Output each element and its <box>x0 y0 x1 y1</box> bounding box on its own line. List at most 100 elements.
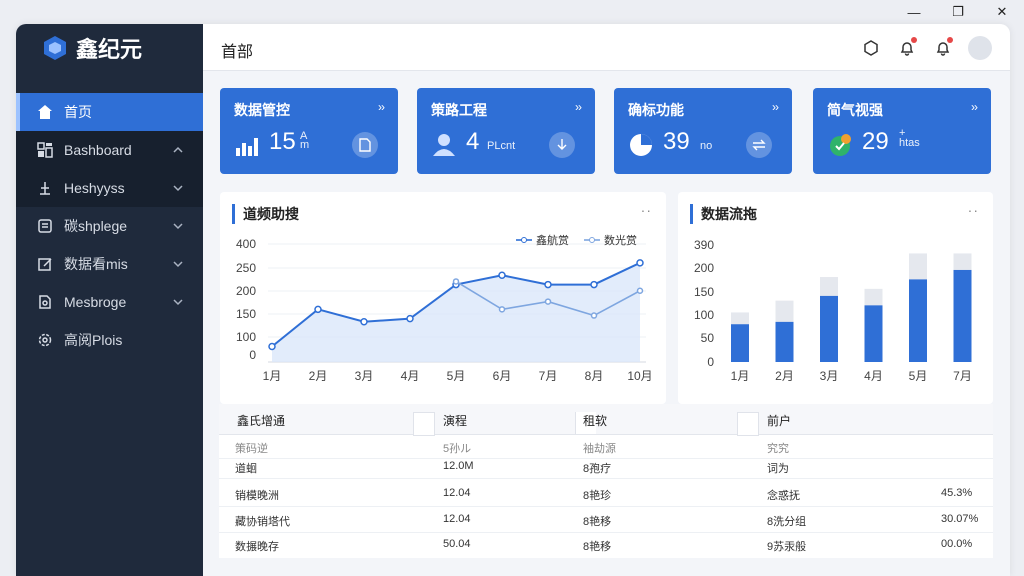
app-logo[interactable]: 鑫纪元 <box>16 24 203 72</box>
stat-card[interactable]: 策路工程 ›› 4 PLcnt <box>417 88 595 174</box>
y-tick-label: 250 <box>236 261 256 275</box>
table-header: 鑫氏增通 演程 租软 前户 <box>219 404 993 436</box>
data-point <box>406 314 414 323</box>
table-cell: 数搌晚存 <box>235 541 279 553</box>
sidebar-item-label: Mesbroge <box>64 294 127 310</box>
x-tick-label: 4月 <box>401 369 420 383</box>
bar <box>820 295 838 362</box>
x-tick-label: 8月 <box>585 369 604 383</box>
column-header[interactable]: 演程 <box>443 412 467 429</box>
avatar[interactable] <box>968 36 992 60</box>
card-title: 数据管控 <box>234 102 290 118</box>
document-icon <box>36 217 54 235</box>
data-point <box>544 298 552 305</box>
bar <box>864 305 883 362</box>
close-button[interactable]: ✕ <box>980 0 1024 24</box>
data-point <box>452 278 460 285</box>
gear-icon <box>36 331 54 349</box>
table-cell: 9苏汞般 <box>767 541 807 553</box>
column-header[interactable]: 租软 <box>583 412 607 429</box>
stat-card[interactable]: 数据管控 ›› 15 A m <box>220 88 398 174</box>
table-row[interactable]: 销模晚洲 12.04 8艳珍 念惑抚 45.3% <box>219 480 993 507</box>
user-icon <box>433 134 455 156</box>
chevron-down-icon <box>173 299 183 306</box>
x-tick-label: 3月 <box>820 369 839 383</box>
badge-icon <box>830 134 851 156</box>
top-bar: 首部 <box>203 24 1010 71</box>
column-header[interactable]: 前户 <box>767 412 791 429</box>
table-row[interactable]: 道蛔 12.0M 8孢疗 词为 <box>219 458 993 479</box>
card-value: 29 <box>862 128 889 155</box>
table-cell: 8艳移 <box>583 541 612 553</box>
table-row[interactable]: 藏协销塔代 12.04 8艳移 8洗分组 30.07% <box>219 506 993 533</box>
x-tick-label: 7月 <box>539 369 558 383</box>
x-tick-label: 1月 <box>263 369 282 383</box>
table-cell: 45.3% <box>941 487 973 499</box>
swap-icon[interactable] <box>746 132 772 158</box>
x-tick-label: 5月 <box>909 369 928 383</box>
card-value: 4 <box>466 128 480 155</box>
column-divider <box>413 412 435 436</box>
y-tick-label: 50 <box>701 331 715 345</box>
table-cell: 00.0% <box>941 538 973 550</box>
table-cell: 究究 <box>767 443 789 455</box>
table-row[interactable]: 策码逆 5孙ル 袖劫源 究究 <box>219 434 993 459</box>
x-tick-label: 10月 <box>627 369 652 383</box>
sidebar-item-message[interactable]: Mesbroge <box>16 283 203 321</box>
x-tick-label: 2月 <box>775 369 794 383</box>
table-cell: 8艳移 <box>583 516 612 528</box>
card-unit: + htas <box>899 127 920 149</box>
x-tick-label: 4月 <box>864 369 883 383</box>
chevron-down-icon <box>173 261 183 268</box>
pie-chart-icon <box>630 134 652 156</box>
sidebar-item-heshyyss[interactable]: Heshyyss <box>16 169 203 207</box>
data-point <box>498 306 506 313</box>
y-tick-label: 100 <box>236 330 256 344</box>
card-value: 15 <box>269 128 296 155</box>
table-row[interactable]: 数搌晚存 50.04 8艳移 9苏汞般 00.0% <box>219 532 993 558</box>
card-unit: A m <box>300 130 310 151</box>
card-title: 简气视强 <box>827 102 883 118</box>
hexagon-icon[interactable] <box>860 37 882 59</box>
stat-card[interactable]: 确标功能 ›› 39 no <box>614 88 792 174</box>
card-more-icon[interactable]: ›› <box>772 100 779 114</box>
top-bar-actions <box>860 36 992 60</box>
card-more-icon[interactable]: ›› <box>575 100 582 114</box>
table-cell: 30.07% <box>941 513 979 525</box>
edit-icon <box>36 255 54 273</box>
data-point <box>360 317 368 326</box>
data-point <box>636 259 644 267</box>
window-controls: — ❐ ✕ <box>892 0 1024 24</box>
sidebar-item-home[interactable]: 首页 <box>16 93 203 131</box>
legend-marker <box>589 237 595 243</box>
table-cell: 袖劫源 <box>583 443 616 455</box>
file-icon[interactable] <box>352 132 378 158</box>
card-more-icon[interactable]: ›› <box>971 100 978 114</box>
main-area: 首部 数据管控 ›› 15 A m 策路工程 ›› 4 PLcnt 确标功能 ›… <box>203 24 1010 576</box>
table-cell: 8孢疗 <box>583 463 612 475</box>
sidebar-item-settings[interactable]: 高阅Plois <box>16 321 203 359</box>
download-icon[interactable] <box>549 132 575 158</box>
alert-bell-icon[interactable] <box>932 37 954 59</box>
x-tick-label: 5月 <box>447 369 466 383</box>
data-point <box>498 271 506 280</box>
card-more-icon[interactable]: ›› <box>378 100 385 114</box>
y-tick-label: 390 <box>694 238 714 252</box>
bar-chart-icon <box>236 138 258 156</box>
tool-icon <box>36 179 54 197</box>
column-header[interactable]: 鑫氏增通 <box>237 412 285 429</box>
sidebar-item-dashboard[interactable]: Bashboard <box>16 131 203 169</box>
sidebar-item-data-view[interactable]: 数据看mis <box>16 245 203 283</box>
restore-button[interactable]: ❐ <box>936 0 980 24</box>
minimize-button[interactable]: — <box>892 0 936 24</box>
chevron-down-icon <box>173 185 183 192</box>
chevron-up-icon <box>173 146 183 153</box>
sidebar-item-label: 高阅Plois <box>64 332 123 348</box>
line-chart: 100 150 200 250 400 0 1月 2月 3月 4月 5月 6月 7月 8月 10月 鑫航赏 数光… <box>236 233 653 383</box>
stat-card[interactable]: 简气视强 ›› 29 + htas <box>813 88 991 174</box>
sidebar: 鑫纪元 首页 Bashboard Heshyyss 碳shplege 数据看mi… <box>16 24 203 576</box>
x-tick-label: 6月 <box>493 369 512 383</box>
sidebar-item-documents[interactable]: 碳shplege <box>16 207 203 245</box>
table-cell: 道蛔 <box>235 463 257 475</box>
notification-bell-icon[interactable] <box>896 37 918 59</box>
